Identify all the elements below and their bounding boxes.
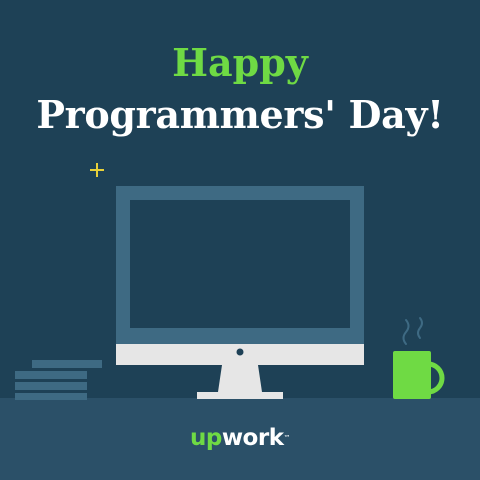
coffee-mug-icon <box>393 351 445 399</box>
book-stack-icon <box>15 360 102 400</box>
logo-trademark: ™ <box>283 434 291 442</box>
logo-brand-up: up <box>189 425 222 451</box>
desktop-computer-icon <box>116 186 364 399</box>
desk-scene <box>15 186 445 400</box>
logo-brand-work: work <box>221 425 284 451</box>
upwork-logo: upwork™ <box>0 423 480 453</box>
steam-icon <box>402 317 423 345</box>
